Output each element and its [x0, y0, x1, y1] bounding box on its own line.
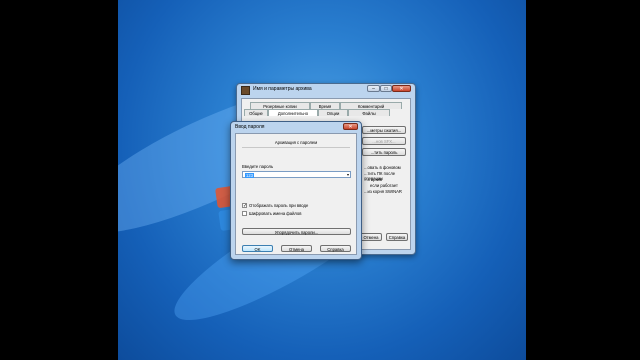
minimize-button[interactable]: –: [367, 85, 380, 92]
background-archive-text: ...овать в фоновом: [364, 165, 401, 170]
password-value: 123: [245, 172, 254, 178]
password-label: Введите пароль: [242, 164, 274, 169]
set-password-button[interactable]: ...тить пароль: [362, 148, 406, 156]
show-password-label: Отображать пароль при вводе: [249, 203, 309, 208]
sfx-params-button[interactable]: ...нов SFX...: [362, 137, 406, 145]
chevron-down-icon[interactable]: ▾: [347, 172, 349, 178]
heading-divider: [242, 147, 350, 148]
help-button[interactable]: Справка: [386, 233, 408, 241]
if-running-text: если работает: [370, 183, 398, 188]
archive-icon: [241, 86, 250, 95]
test-archive-text: ...ь архив: [364, 177, 383, 182]
tab-time[interactable]: Время: [310, 102, 340, 109]
dialog-close-button[interactable]: ✕: [343, 123, 358, 130]
password-dialog-body: Архивация с паролем Введите пароль 123 ▾…: [235, 133, 357, 255]
ok-button[interactable]: OK: [242, 245, 273, 252]
organize-passwords-button[interactable]: Упорядочить пароли...: [242, 228, 351, 235]
tab-row-bottom: Общие Дополнительно Опции Файлы: [244, 109, 390, 116]
password-dialog: Ввод пароля ✕ Архивация с паролем Введит…: [230, 121, 362, 260]
maximize-button[interactable]: □: [380, 85, 392, 92]
dialog-heading: Архивация с паролем: [274, 140, 318, 145]
tab-options[interactable]: Опции: [318, 109, 348, 116]
swinar-text: ...из корня SWINAR: [364, 189, 402, 194]
dialog-cancel-button[interactable]: Отмена: [281, 245, 312, 252]
tab-general[interactable]: Общие: [244, 109, 268, 116]
tab-advanced[interactable]: Дополнительно: [268, 109, 318, 116]
tab-comment[interactable]: Комментарий: [340, 102, 402, 109]
password-input[interactable]: 123 ▾: [242, 171, 351, 178]
archive-window-title: Имя и параметры архива: [253, 86, 312, 92]
show-password-checkbox[interactable]: ✓: [242, 203, 247, 209]
password-dialog-title: Ввод пароля: [235, 124, 265, 130]
tab-files[interactable]: Файлы: [348, 109, 390, 116]
encrypt-filenames-label: Шифровать имена файлов: [249, 211, 302, 216]
dialog-help-button[interactable]: Справка: [320, 245, 351, 252]
close-button[interactable]: ✕: [392, 85, 411, 92]
encrypt-filenames-checkbox[interactable]: [242, 211, 247, 216]
tab-backups[interactable]: Резервные копии: [250, 102, 310, 109]
cancel-button[interactable]: Отмена: [360, 233, 382, 241]
tab-row-top: Резервные копии Время Комментарий: [250, 102, 402, 109]
compression-params-button[interactable]: ...метры сжатия...: [362, 126, 406, 134]
